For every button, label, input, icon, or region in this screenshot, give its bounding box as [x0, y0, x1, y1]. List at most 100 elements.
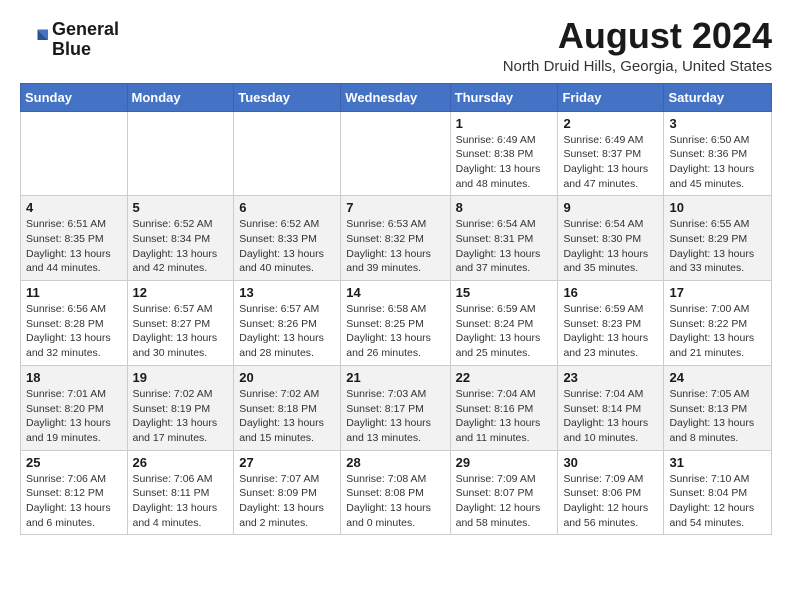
page-header: General Blue August 2024 North Druid Hil…	[20, 16, 772, 75]
day-number: 4	[26, 200, 122, 215]
day-info: Sunrise: 6:52 AM Sunset: 8:33 PM Dayligh…	[239, 217, 335, 276]
logo-icon	[20, 26, 48, 54]
day-number: 11	[26, 285, 122, 300]
day-number: 1	[456, 116, 553, 131]
week-row-2: 4 Sunrise: 6:51 AM Sunset: 8:35 PM Daylig…	[21, 196, 772, 281]
calendar-cell: 20 Sunrise: 7:02 AM Sunset: 8:18 PM Dayli…	[234, 365, 341, 450]
day-info: Sunrise: 7:10 AM Sunset: 8:04 PM Dayligh…	[669, 472, 766, 531]
day-number: 5	[133, 200, 229, 215]
calendar-cell: 26 Sunrise: 7:06 AM Sunset: 8:11 PM Dayli…	[127, 450, 234, 535]
day-info: Sunrise: 6:56 AM Sunset: 8:28 PM Dayligh…	[26, 302, 122, 361]
weekday-header-tuesday: Tuesday	[234, 83, 341, 111]
day-info: Sunrise: 6:51 AM Sunset: 8:35 PM Dayligh…	[26, 217, 122, 276]
day-number: 14	[346, 285, 444, 300]
day-number: 7	[346, 200, 444, 215]
day-info: Sunrise: 6:52 AM Sunset: 8:34 PM Dayligh…	[133, 217, 229, 276]
week-row-1: 1 Sunrise: 6:49 AM Sunset: 8:38 PM Daylig…	[21, 111, 772, 196]
calendar-cell: 4 Sunrise: 6:51 AM Sunset: 8:35 PM Daylig…	[21, 196, 128, 281]
calendar-cell	[234, 111, 341, 196]
weekday-header-row: SundayMondayTuesdayWednesdayThursdayFrid…	[21, 83, 772, 111]
title-area: August 2024 North Druid Hills, Georgia, …	[503, 16, 772, 75]
day-info: Sunrise: 7:06 AM Sunset: 8:11 PM Dayligh…	[133, 472, 229, 531]
calendar-cell: 25Sunrise: 7:06 AM Sunset: 8:12 PM Dayli…	[21, 450, 128, 535]
calendar-cell: 9Sunrise: 6:54 AM Sunset: 8:30 PM Daylig…	[558, 196, 664, 281]
calendar-cell: 15Sunrise: 6:59 AM Sunset: 8:24 PM Dayli…	[450, 281, 558, 366]
day-info: Sunrise: 7:02 AM Sunset: 8:19 PM Dayligh…	[133, 387, 229, 446]
day-number: 23	[563, 370, 658, 385]
calendar-title: August 2024	[503, 16, 772, 56]
day-number: 12	[133, 285, 229, 300]
calendar-cell: 11 Sunrise: 6:56 AM Sunset: 8:28 PM Dayli…	[21, 281, 128, 366]
day-number: 3	[669, 116, 766, 131]
day-number: 16	[563, 285, 658, 300]
calendar-cell: 6 Sunrise: 6:52 AM Sunset: 8:33 PM Daylig…	[234, 196, 341, 281]
calendar-subtitle: North Druid Hills, Georgia, United State…	[503, 58, 772, 75]
day-number: 27	[239, 455, 335, 470]
day-number: 25	[26, 455, 122, 470]
calendar-cell: 30Sunrise: 7:09 AM Sunset: 8:06 PM Dayli…	[558, 450, 664, 535]
calendar-cell: 13Sunrise: 6:57 AM Sunset: 8:26 PM Dayli…	[234, 281, 341, 366]
week-row-4: 18 Sunrise: 7:01 AM Sunset: 8:20 PM Dayli…	[21, 365, 772, 450]
calendar-cell: 23 Sunrise: 7:04 AM Sunset: 8:14 PM Dayli…	[558, 365, 664, 450]
day-number: 17	[669, 285, 766, 300]
calendar-cell: 24Sunrise: 7:05 AM Sunset: 8:13 PM Dayli…	[664, 365, 772, 450]
day-info: Sunrise: 6:49 AM Sunset: 8:38 PM Dayligh…	[456, 133, 553, 192]
day-info: Sunrise: 7:04 AM Sunset: 8:16 PM Dayligh…	[456, 387, 553, 446]
weekday-header-monday: Monday	[127, 83, 234, 111]
weekday-header-wednesday: Wednesday	[341, 83, 450, 111]
day-info: Sunrise: 7:05 AM Sunset: 8:13 PM Dayligh…	[669, 387, 766, 446]
calendar-cell: 10Sunrise: 6:55 AM Sunset: 8:29 PM Dayli…	[664, 196, 772, 281]
day-number: 29	[456, 455, 553, 470]
day-info: Sunrise: 7:02 AM Sunset: 8:18 PM Dayligh…	[239, 387, 335, 446]
day-number: 10	[669, 200, 766, 215]
logo-text: General Blue	[52, 20, 119, 60]
calendar-cell: 27 Sunrise: 7:07 AM Sunset: 8:09 PM Dayli…	[234, 450, 341, 535]
calendar-cell: 8Sunrise: 6:54 AM Sunset: 8:31 PM Daylig…	[450, 196, 558, 281]
day-info: Sunrise: 6:53 AM Sunset: 8:32 PM Dayligh…	[346, 217, 444, 276]
day-info: Sunrise: 7:00 AM Sunset: 8:22 PM Dayligh…	[669, 302, 766, 361]
calendar-cell: 5 Sunrise: 6:52 AM Sunset: 8:34 PM Daylig…	[127, 196, 234, 281]
calendar-cell	[127, 111, 234, 196]
day-number: 30	[563, 455, 658, 470]
day-info: Sunrise: 6:54 AM Sunset: 8:31 PM Dayligh…	[456, 217, 553, 276]
calendar-cell: 22Sunrise: 7:04 AM Sunset: 8:16 PM Dayli…	[450, 365, 558, 450]
week-row-3: 11 Sunrise: 6:56 AM Sunset: 8:28 PM Dayli…	[21, 281, 772, 366]
day-number: 18	[26, 370, 122, 385]
week-row-5: 25Sunrise: 7:06 AM Sunset: 8:12 PM Dayli…	[21, 450, 772, 535]
day-number: 26	[133, 455, 229, 470]
day-number: 20	[239, 370, 335, 385]
calendar-cell: 3 Sunrise: 6:50 AM Sunset: 8:36 PM Daylig…	[664, 111, 772, 196]
day-number: 31	[669, 455, 766, 470]
day-info: Sunrise: 7:03 AM Sunset: 8:17 PM Dayligh…	[346, 387, 444, 446]
day-number: 19	[133, 370, 229, 385]
day-number: 9	[563, 200, 658, 215]
day-info: Sunrise: 6:57 AM Sunset: 8:26 PM Dayligh…	[239, 302, 335, 361]
calendar-cell: 14 Sunrise: 6:58 AM Sunset: 8:25 PM Dayli…	[341, 281, 450, 366]
day-info: Sunrise: 7:01 AM Sunset: 8:20 PM Dayligh…	[26, 387, 122, 446]
day-number: 28	[346, 455, 444, 470]
calendar-cell: 12Sunrise: 6:57 AM Sunset: 8:27 PM Dayli…	[127, 281, 234, 366]
calendar-cell: 17 Sunrise: 7:00 AM Sunset: 8:22 PM Dayli…	[664, 281, 772, 366]
day-info: Sunrise: 7:07 AM Sunset: 8:09 PM Dayligh…	[239, 472, 335, 531]
calendar-table: SundayMondayTuesdayWednesdayThursdayFrid…	[20, 83, 772, 536]
day-info: Sunrise: 6:59 AM Sunset: 8:23 PM Dayligh…	[563, 302, 658, 361]
calendar-cell: 1 Sunrise: 6:49 AM Sunset: 8:38 PM Daylig…	[450, 111, 558, 196]
calendar-cell: 29Sunrise: 7:09 AM Sunset: 8:07 PM Dayli…	[450, 450, 558, 535]
calendar-cell: 16 Sunrise: 6:59 AM Sunset: 8:23 PM Dayli…	[558, 281, 664, 366]
calendar-cell: 2 Sunrise: 6:49 AM Sunset: 8:37 PM Daylig…	[558, 111, 664, 196]
weekday-header-saturday: Saturday	[664, 83, 772, 111]
calendar-cell	[21, 111, 128, 196]
day-number: 2	[563, 116, 658, 131]
day-number: 6	[239, 200, 335, 215]
weekday-header-sunday: Sunday	[21, 83, 128, 111]
day-info: Sunrise: 7:04 AM Sunset: 8:14 PM Dayligh…	[563, 387, 658, 446]
day-info: Sunrise: 6:50 AM Sunset: 8:36 PM Dayligh…	[669, 133, 766, 192]
day-info: Sunrise: 6:58 AM Sunset: 8:25 PM Dayligh…	[346, 302, 444, 361]
calendar-cell: 19 Sunrise: 7:02 AM Sunset: 8:19 PM Dayli…	[127, 365, 234, 450]
day-info: Sunrise: 6:49 AM Sunset: 8:37 PM Dayligh…	[563, 133, 658, 192]
calendar-cell	[341, 111, 450, 196]
calendar-cell: 18 Sunrise: 7:01 AM Sunset: 8:20 PM Dayli…	[21, 365, 128, 450]
day-number: 21	[346, 370, 444, 385]
weekday-header-friday: Friday	[558, 83, 664, 111]
calendar-cell: 7 Sunrise: 6:53 AM Sunset: 8:32 PM Daylig…	[341, 196, 450, 281]
